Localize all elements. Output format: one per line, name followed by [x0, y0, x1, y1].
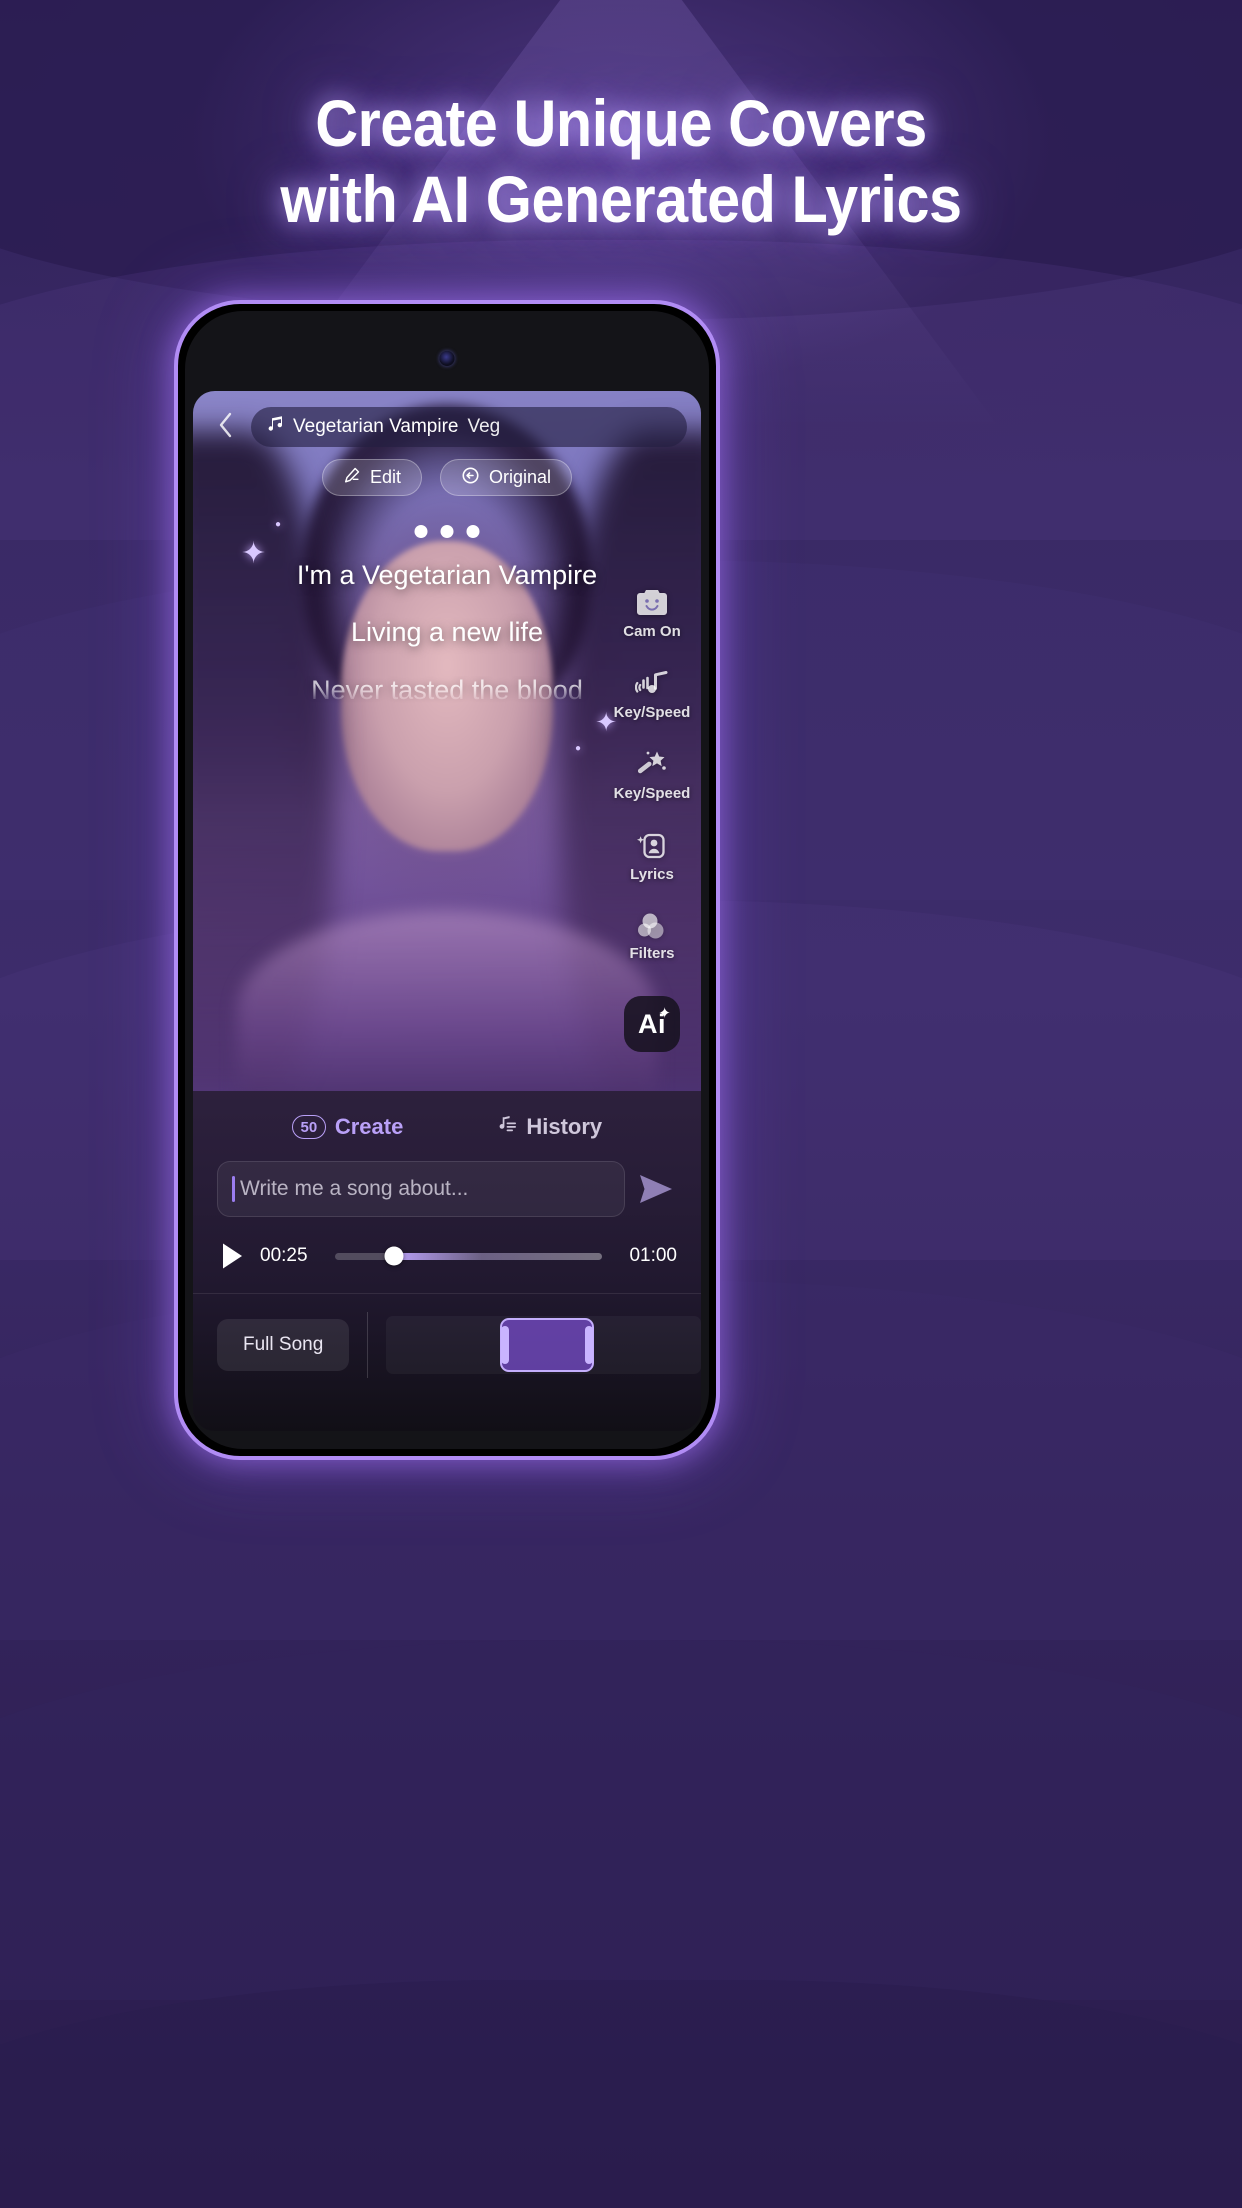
- progress-fill: [393, 1252, 602, 1260]
- player-row: 00:25 01:00: [193, 1217, 701, 1271]
- total-time: 01:00: [629, 1245, 677, 1266]
- bottom-panel: 50 Create History Write me a song about.…: [193, 1091, 701, 1431]
- phone-screen: ✦ ● ✦ ● I'm a Vegetarian Vampire Living …: [193, 391, 701, 1431]
- prompt-row: Write me a song about...: [193, 1141, 701, 1217]
- tool-label: Key/Speed: [613, 704, 691, 721]
- bg-wave: [0, 1640, 1242, 2000]
- full-song-label: Full Song: [243, 1334, 324, 1355]
- phone-mockup: ✦ ● ✦ ● I'm a Vegetarian Vampire Living …: [174, 300, 720, 1460]
- song-title-chip[interactable]: Vegetarian Vampire Veg: [251, 407, 687, 447]
- camera-smile-icon: [635, 587, 669, 619]
- panel-tabs: 50 Create History: [193, 1091, 701, 1141]
- progress-thumb[interactable]: [384, 1246, 404, 1266]
- filter-circles-icon: [636, 911, 668, 941]
- progress-slider[interactable]: [335, 1246, 602, 1266]
- front-camera-icon: [439, 351, 455, 366]
- lyrics-loading-dots: [414, 525, 480, 538]
- music-list-icon: [495, 1113, 517, 1141]
- tool-label: Cam On: [623, 623, 681, 640]
- tab-create[interactable]: 50 Create: [291, 1114, 404, 1140]
- play-icon: [219, 1243, 245, 1275]
- pencil-icon: [343, 466, 361, 489]
- song-title-text: Vegetarian Vampire: [293, 416, 459, 437]
- headline-line-2: with AI Generated Lyrics: [280, 161, 962, 236]
- tool-cam-on[interactable]: Cam On: [609, 587, 695, 640]
- ai-button[interactable]: Ai ✦: [624, 996, 680, 1052]
- person-sparkle-icon: [636, 830, 668, 862]
- prompt-placeholder: Write me a song about...: [240, 1177, 469, 1200]
- tab-history-label: History: [526, 1114, 603, 1139]
- promo-headline: Create Unique Covers with AI Generated L…: [62, 86, 1180, 238]
- edit-button-label: Edit: [369, 467, 401, 487]
- send-button[interactable]: [637, 1172, 679, 1206]
- selection-handle-left[interactable]: [500, 1326, 509, 1364]
- current-time: 00:25: [260, 1245, 308, 1266]
- tool-label: Lyrics: [630, 866, 674, 883]
- back-button[interactable]: [207, 409, 243, 445]
- tool-key-speed-1[interactable]: Key/Speed: [609, 668, 695, 721]
- waveform[interactable]: [386, 1316, 701, 1374]
- timeline-separator: [367, 1312, 369, 1378]
- tab-create-label: Create: [334, 1114, 404, 1139]
- sparkle-icon: ✦: [658, 1005, 671, 1022]
- waveform-selection-bars: [502, 1320, 592, 1370]
- timeline-row: Full Song: [193, 1294, 701, 1378]
- chevron-left-icon: [215, 410, 235, 445]
- send-arrow-icon: [637, 1175, 675, 1210]
- music-waves-icon: [634, 668, 669, 700]
- magic-wand-icon: [635, 749, 669, 781]
- credits-badge: 50: [291, 1115, 326, 1139]
- tool-lyrics[interactable]: Lyrics: [609, 830, 695, 883]
- prompt-input[interactable]: Write me a song about...: [217, 1161, 625, 1217]
- tool-label: Filters: [629, 945, 675, 962]
- bg-wave: [0, 1980, 1242, 2208]
- lyric-line: I'm a Vegetarian Vampire: [296, 560, 598, 590]
- music-note-icon: [267, 415, 284, 440]
- tool-key-speed-2[interactable]: Key/Speed: [609, 749, 695, 802]
- video-preview[interactable]: ✦ ● ✦ ● I'm a Vegetarian Vampire Living …: [193, 391, 701, 1091]
- waveform-selection[interactable]: [499, 1318, 594, 1372]
- song-title-marquee: Veg: [467, 416, 501, 437]
- edit-button[interactable]: Edit: [321, 459, 422, 496]
- full-song-button[interactable]: Full Song: [217, 1319, 350, 1371]
- tool-label: Key/Speed: [613, 785, 691, 802]
- selection-handle-right[interactable]: [584, 1326, 593, 1364]
- original-button[interactable]: Original: [440, 459, 573, 496]
- phone-body: ✦ ● ✦ ● I'm a Vegetarian Vampire Living …: [185, 311, 709, 1449]
- play-button[interactable]: [219, 1241, 245, 1271]
- video-topbar: Vegetarian Vampire Veg Edit Original: [193, 391, 701, 496]
- tool-filters[interactable]: Filters: [609, 911, 695, 962]
- tool-rail: Cam On Key/Speed Key/Speed Lyrics Filter…: [609, 587, 695, 1052]
- original-button-label: Original: [489, 467, 552, 487]
- headline-line-1: Create Unique Covers: [315, 86, 927, 160]
- rotate-left-circle-icon: [461, 466, 480, 490]
- tab-history[interactable]: History: [495, 1113, 602, 1141]
- text-caret: [232, 1176, 235, 1202]
